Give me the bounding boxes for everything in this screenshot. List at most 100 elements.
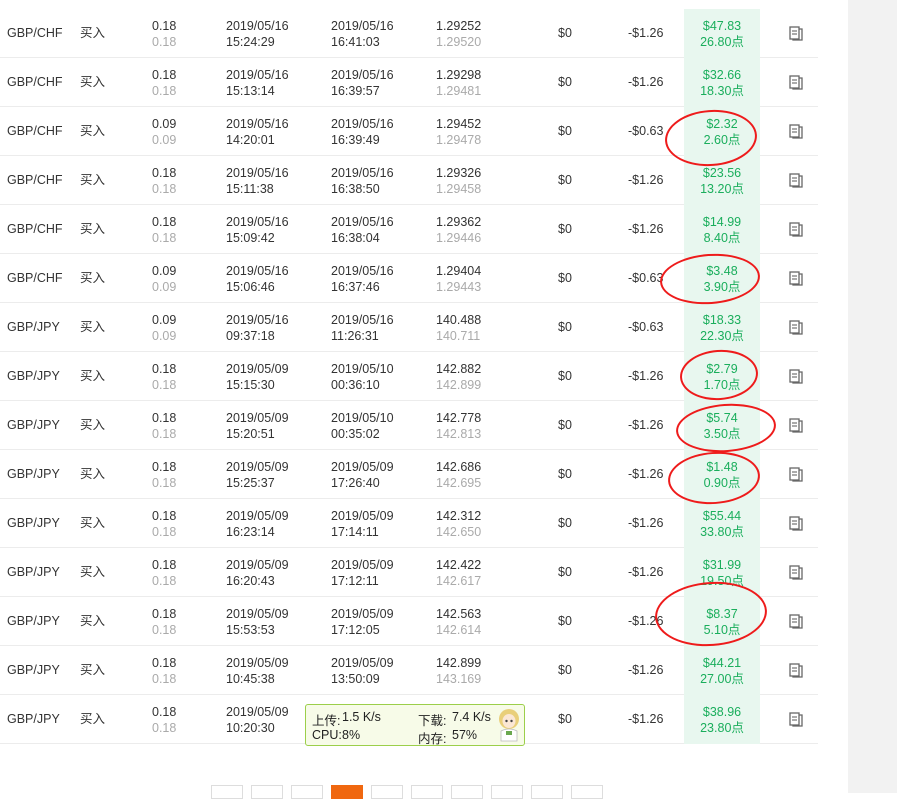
detail-doc-icon[interactable] — [789, 271, 803, 286]
detail-doc-icon[interactable] — [789, 124, 803, 139]
open-price-cell: 1.29452 — [436, 117, 482, 131]
commission-cell: $0 — [558, 467, 572, 481]
pager-button[interactable] — [491, 785, 523, 799]
open-price-cell: 1.29252 — [436, 19, 482, 33]
points-cell: 8.40点 — [703, 231, 741, 245]
profit-cell: $47.83 — [702, 19, 742, 33]
symbol-cell: GBP/JPY — [7, 565, 60, 579]
close-time-cell: 16:41:03 — [331, 35, 380, 49]
detail-doc-icon[interactable] — [789, 614, 803, 629]
mascot-icon — [499, 709, 519, 742]
open-date-cell: 2019/05/09 — [226, 705, 289, 719]
lot-cell: 0.18 — [152, 362, 177, 376]
commission-cell: $0 — [558, 369, 572, 383]
symbol-cell: GBP/JPY — [7, 467, 60, 481]
open-time-cell: 15:20:51 — [226, 427, 275, 441]
open-price-cell: 142.563 — [436, 607, 482, 621]
points-cell: 18.30点 — [700, 84, 744, 98]
scroll-gutter — [848, 0, 897, 793]
detail-doc-icon[interactable] — [789, 565, 803, 580]
open-price-cell: 142.882 — [436, 362, 482, 376]
pager-button[interactable] — [451, 785, 483, 799]
close-date-cell: 2019/05/09 — [331, 656, 394, 670]
swap-cell: -$1.26 — [628, 26, 664, 40]
close-time-cell: 17:14:11 — [331, 525, 379, 539]
open-time-cell: 15:13:14 — [226, 84, 275, 98]
pager-button[interactable] — [211, 785, 243, 799]
detail-doc-icon[interactable] — [789, 516, 803, 531]
commission-cell: $0 — [558, 320, 572, 334]
table-row: GBP/CHF 买入 0.18 0.18 2019/05/16 15:09:42 2019/… — [0, 205, 818, 254]
detail-doc-icon[interactable] — [789, 320, 803, 335]
lot-closed-cell: 0.09 — [152, 133, 177, 147]
lot-cell: 0.09 — [152, 264, 177, 278]
close-date-cell: 2019/05/10 — [331, 411, 394, 425]
close-price-cell: 1.29520 — [436, 35, 482, 49]
commission-cell: $0 — [558, 663, 572, 677]
net-speed-widget[interactable]: 上传: 1.5 K/s 下载: 7.4 K/s CPU: 8% 内存: 57% — [305, 704, 525, 746]
detail-doc-icon[interactable] — [789, 75, 803, 90]
pager-button[interactable] — [251, 785, 283, 799]
lot-cell: 0.18 — [152, 166, 177, 180]
open-time-cell: 15:09:42 — [226, 231, 275, 245]
open-price-cell: 142.899 — [436, 656, 482, 670]
swap-cell: -$1.26 — [628, 663, 664, 677]
pager-button-active[interactable] — [331, 785, 363, 799]
open-date-cell: 2019/05/16 — [226, 68, 289, 82]
cpu-value: 8% — [342, 728, 361, 742]
lot-closed-cell: 0.18 — [152, 623, 177, 637]
pager-button[interactable] — [291, 785, 323, 799]
close-date-cell: 2019/05/16 — [331, 264, 394, 278]
profit-cell: $38.96 — [702, 705, 742, 719]
open-time-cell: 15:24:29 — [226, 35, 275, 49]
close-price-cell: 142.695 — [436, 476, 482, 490]
direction-cell: 买入 — [80, 516, 106, 530]
open-price-cell: 140.488 — [436, 313, 482, 327]
pager-button[interactable] — [371, 785, 403, 799]
close-time-cell: 17:26:40 — [331, 476, 380, 490]
open-time-cell: 16:20:43 — [226, 574, 275, 588]
lot-closed-cell: 0.18 — [152, 672, 177, 686]
open-price-cell: 142.686 — [436, 460, 482, 474]
lot-closed-cell: 0.18 — [152, 378, 177, 392]
close-time-cell: 16:39:57 — [331, 84, 380, 98]
close-time-cell: 00:36:10 — [331, 378, 380, 392]
detail-doc-icon[interactable] — [789, 467, 803, 482]
close-price-cell: 143.169 — [436, 672, 482, 686]
pager-button[interactable] — [531, 785, 563, 799]
close-date-cell: 2019/05/16 — [331, 215, 394, 229]
symbol-cell: GBP/CHF — [7, 173, 63, 187]
pager-button[interactable] — [411, 785, 443, 799]
symbol-cell: GBP/CHF — [7, 222, 63, 236]
direction-cell: 买入 — [80, 663, 106, 677]
lot-cell: 0.18 — [152, 460, 177, 474]
lot-closed-cell: 0.18 — [152, 476, 177, 490]
swap-cell: -$0.63 — [628, 271, 664, 285]
pager-button[interactable] — [571, 785, 603, 799]
close-price-cell: 1.29478 — [436, 133, 482, 147]
detail-doc-icon[interactable] — [789, 663, 803, 678]
symbol-cell: GBP/CHF — [7, 124, 63, 138]
swap-cell: -$0.63 — [628, 320, 664, 334]
close-date-cell: 2019/05/09 — [331, 607, 394, 621]
points-cell: 33.80点 — [700, 525, 744, 539]
commission-cell: $0 — [558, 712, 572, 726]
lot-cell: 0.18 — [152, 19, 177, 33]
detail-doc-icon[interactable] — [789, 712, 803, 727]
detail-doc-icon[interactable] — [789, 418, 803, 433]
open-time-cell: 15:25:37 — [226, 476, 275, 490]
swap-cell: -$1.26 — [628, 369, 664, 383]
direction-cell: 买入 — [80, 26, 106, 40]
open-time-cell: 15:06:46 — [226, 280, 275, 294]
symbol-cell: GBP/JPY — [7, 320, 60, 334]
lot-cell: 0.09 — [152, 117, 177, 131]
detail-doc-icon[interactable] — [789, 173, 803, 188]
detail-doc-icon[interactable] — [789, 369, 803, 384]
open-date-cell: 2019/05/09 — [226, 509, 289, 523]
detail-doc-icon[interactable] — [789, 222, 803, 237]
detail-doc-icon[interactable] — [789, 26, 803, 41]
upload-value: 1.5 K/s — [342, 710, 381, 724]
open-date-cell: 2019/05/09 — [226, 607, 289, 621]
symbol-cell: GBP/JPY — [7, 516, 60, 530]
table-row: GBP/CHF 买入 0.18 0.18 2019/05/16 15:13:14 2019/… — [0, 58, 818, 107]
